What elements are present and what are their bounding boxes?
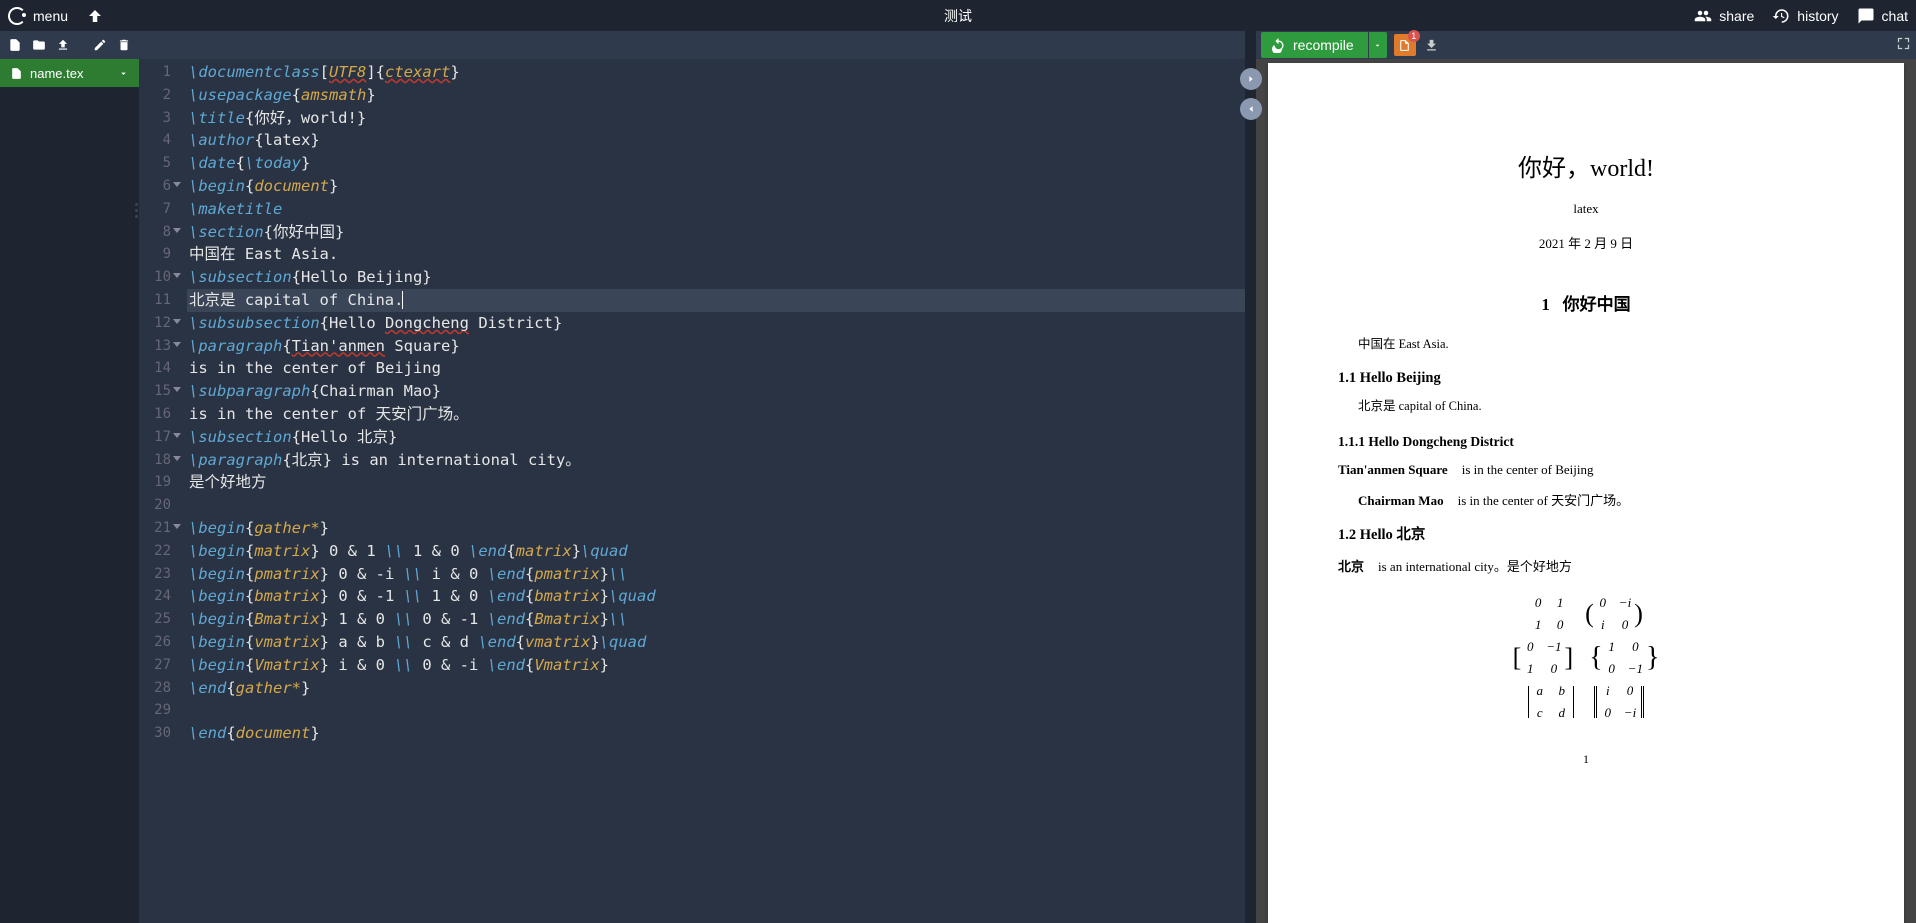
doc-date: 2021 年 2 月 9 日	[1338, 233, 1834, 252]
up-button[interactable]	[86, 7, 104, 25]
arrow-left-icon	[1246, 104, 1256, 114]
subsection-1-2: 1.2 Hello 北京	[1338, 523, 1834, 544]
up-arrow-icon	[86, 7, 104, 25]
fullscreen-button[interactable]	[1896, 36, 1911, 54]
log-badge: 1	[1408, 30, 1420, 42]
delete-icon[interactable]	[117, 38, 131, 52]
paragraph: 中国在 East Asia.	[1358, 333, 1834, 352]
math-block: 0110 (0−ii0) [0−110] {100−1} abcd i00−i	[1338, 593, 1834, 722]
file-toolbar	[0, 31, 139, 59]
menu-button[interactable]: menu	[8, 7, 68, 25]
share-button[interactable]: share	[1694, 7, 1754, 25]
subparagraph-mao: Chairman Maois in the center of 天安门广场。	[1358, 490, 1834, 509]
rename-icon[interactable]	[93, 38, 107, 52]
upload-icon[interactable]	[56, 38, 70, 52]
page-number: 1	[1338, 752, 1834, 767]
arrow-right-icon	[1246, 74, 1256, 84]
logs-button[interactable]: 1	[1394, 34, 1416, 56]
refresh-icon	[1271, 38, 1286, 53]
subsection-1-1: 1.1 Hello Beijing	[1338, 370, 1834, 387]
pdf-panel: recompile 1 你好，world! latex 2021 年 2 月 9…	[1256, 31, 1916, 923]
new-folder-icon[interactable]	[32, 38, 46, 52]
panel-splitter[interactable]	[1245, 31, 1256, 923]
doc-author: latex	[1338, 201, 1834, 217]
file-tree-panel: name.tex	[0, 31, 139, 923]
logo-icon	[8, 7, 26, 25]
collapse-left-button[interactable]	[1240, 98, 1262, 120]
pdf-viewer[interactable]: 你好，world! latex 2021 年 2 月 9 日 1 你好中国 中国…	[1256, 59, 1916, 923]
new-file-icon[interactable]	[8, 38, 22, 52]
top-bar: menu 测试 share history chat	[0, 0, 1916, 31]
menu-label: menu	[33, 8, 68, 24]
chat-button[interactable]: chat	[1857, 7, 1908, 25]
chat-icon	[1857, 7, 1875, 25]
download-icon	[1424, 38, 1439, 53]
section-1: 1 你好中国	[1338, 290, 1834, 315]
editor-panel: 1234567891011121314151617181920212223242…	[139, 31, 1245, 923]
subsubsection-1-1-1: 1.1.1 Hello Dongcheng District	[1338, 434, 1834, 450]
file-item-name-tex[interactable]: name.tex	[0, 59, 139, 87]
caret-down-icon	[1373, 41, 1382, 50]
history-button[interactable]: history	[1772, 7, 1838, 25]
paragraph: 北京是 capital of China.	[1358, 395, 1834, 414]
share-icon	[1694, 7, 1712, 25]
expand-icon	[1896, 36, 1911, 51]
chevron-down-icon[interactable]	[118, 68, 129, 79]
pdf-toolbar: recompile 1	[1256, 31, 1916, 59]
paragraph-tiananmen: Tian'anmen Squareis in the center of Bei…	[1338, 462, 1834, 478]
pdf-page: 你好，world! latex 2021 年 2 月 9 日 1 你好中国 中国…	[1268, 63, 1904, 923]
file-name-label: name.tex	[30, 66, 83, 81]
file-icon	[10, 67, 23, 80]
code-editor[interactable]: 1234567891011121314151617181920212223242…	[139, 59, 1245, 923]
project-title: 测试	[944, 6, 972, 26]
code-area[interactable]: \documentclass[UTF8]{ctexart}\usepackage…	[183, 59, 1245, 923]
paragraph-beijing: 北京is an international city。是个好地方	[1338, 556, 1834, 575]
download-pdf-button[interactable]	[1421, 34, 1443, 56]
history-icon	[1772, 7, 1790, 25]
editor-header	[139, 31, 1245, 59]
doc-title: 你好，world!	[1338, 148, 1834, 183]
recompile-button[interactable]: recompile	[1261, 32, 1368, 58]
line-gutter: 1234567891011121314151617181920212223242…	[139, 59, 183, 923]
collapse-right-button[interactable]	[1240, 68, 1262, 90]
recompile-dropdown[interactable]	[1369, 32, 1387, 58]
